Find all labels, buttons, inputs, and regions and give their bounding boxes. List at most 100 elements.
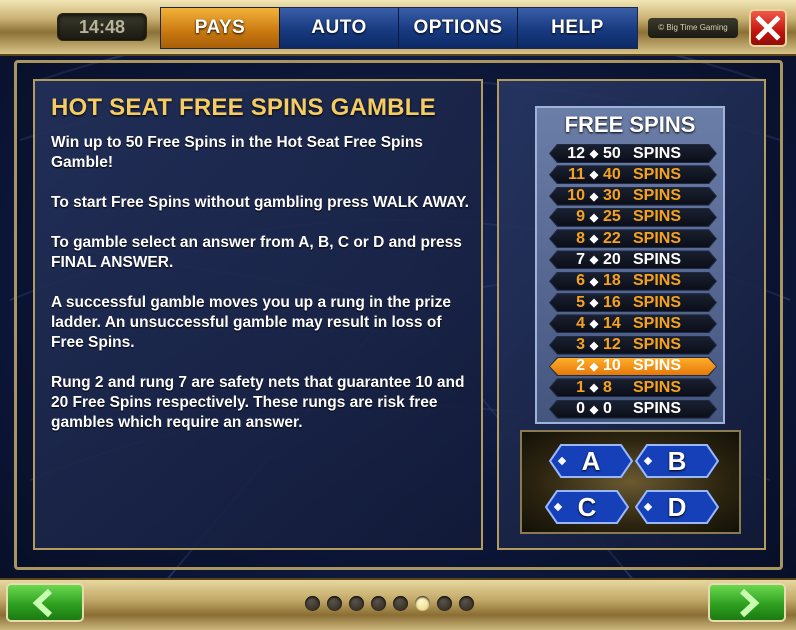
diamond-icon: ◆ [589,339,599,352]
diamond-icon: ◆ [589,233,599,246]
close-button[interactable] [749,9,787,47]
rung-unit: SPINS [633,336,682,354]
diamond-icon: ◆ [589,297,599,310]
diamond-icon: ◆ [589,169,599,182]
arrow-left-icon [32,588,53,617]
rung-spins: 8 [603,378,612,396]
diamond-icon: ◆ [589,360,599,373]
diamond-icon: ◆ [589,318,599,331]
ladder-rung: 10 ◆ 30 SPINS [549,187,717,206]
ladder-rung: 9 ◆ 25 SPINS [549,208,717,227]
rung-spins: 40 [603,165,621,183]
ladder-rung: 11 ◆ 40 SPINS [549,165,717,184]
answer-b: B [635,444,719,478]
rung-spins: 30 [603,187,621,205]
diamond-icon: ◆ [589,190,599,203]
rung-level: 5 [576,293,585,311]
diamond-icon: ◆ [589,275,599,288]
page-title: HOT SEAT FREE SPINS GAMBLE [51,94,436,121]
paragraph-4: A successful gamble moves you up a rung … [51,294,451,351]
rung-level: 7 [576,250,585,268]
rung-level: 12 [567,144,585,162]
answer-panel: A B C D [520,430,741,534]
rung-unit: SPINS [633,144,682,162]
rung-level: 10 [567,187,585,205]
prev-page-button[interactable] [6,583,84,622]
tab-auto[interactable]: AUTO [280,8,399,48]
rung-unit: SPINS [633,272,682,290]
diamond-icon: ◆ [589,382,599,395]
page-dot[interactable] [393,596,408,611]
rung-spins: 50 [603,144,621,162]
page-dot[interactable] [459,596,474,611]
answer-d-label: D [667,491,687,522]
menu-tabs: PAYS AUTO OPTIONS HELP [160,7,638,49]
paragraph-5: Rung 2 and rung 7 are safety nets that g… [51,374,465,431]
tab-pays[interactable]: PAYS [161,8,280,48]
rung-spins: 18 [603,272,621,290]
rung-unit: SPINS [633,250,682,268]
rung-unit: SPINS [633,165,682,183]
rung-spins: 20 [603,250,621,268]
tab-options[interactable]: OPTIONS [399,8,518,48]
rung-unit: SPINS [633,208,682,226]
brand-label: © Big Time Gaming [648,18,738,38]
rung-unit: SPINS [633,357,682,375]
page-dot[interactable] [371,596,386,611]
rung-spins: 16 [603,293,621,311]
free-spins-ladder: FREE SPINS 12 ◆ 50 SPINS 11 ◆ 40 SPINS 10 ◆ 30 SPIN… [535,106,725,424]
answer-a: A [549,444,633,478]
ladder-rung: 0 ◆ 0 SPINS [549,400,717,419]
next-page-button[interactable] [708,583,786,622]
rung-unit: SPINS [633,229,682,247]
rung-spins: 22 [603,229,621,247]
tab-help[interactable]: HELP [518,8,637,48]
ladder-rung: 8 ◆ 22 SPINS [549,229,717,248]
rung-level: 3 [576,336,585,354]
page-dot[interactable] [437,596,452,611]
ladder-rung: 6 ◆ 18 SPINS [549,272,717,291]
rung-level: 8 [576,229,585,247]
diamond-icon: ◆ [589,254,599,267]
diamond-icon: ◆ [589,403,599,416]
paragraph-3: To gamble select an answer from A, B, C … [51,234,462,271]
rung-unit: SPINS [633,314,682,332]
page-indicator [305,596,474,611]
ladder-rung: 2 ◆ 10 SPINS [549,357,717,376]
answer-c: C [545,490,629,524]
rung-unit: SPINS [633,400,682,418]
rung-unit: SPINS [633,187,682,205]
rung-spins: 0 [603,400,612,418]
answer-a-label: A [581,445,601,476]
ladder-rung: 3 ◆ 12 SPINS [549,336,717,355]
clock-display: 14:48 [57,13,147,41]
diamond-icon: ◆ [589,148,599,160]
ladder-rung: 5 ◆ 16 SPINS [549,293,717,312]
page-dot[interactable] [305,596,320,611]
ladder-rung: 4 ◆ 14 SPINS [549,314,717,333]
diamond-icon: ◆ [589,211,599,224]
page-dot[interactable] [415,596,430,611]
ladder-rung: 1 ◆ 8 SPINS [549,378,717,397]
page-dot[interactable] [349,596,364,611]
answer-b-label: B [667,445,687,476]
ladder-rung: 7 ◆ 20 SPINS [549,250,717,269]
paragraph-1: Win up to 50 Free Spins in the Hot Seat … [51,134,423,171]
rung-level: 4 [576,314,585,332]
rung-level: 11 [568,165,585,183]
ladder-rung: 12 ◆ 50 SPINS [549,144,717,163]
arrow-right-icon [739,588,760,617]
rung-spins: 10 [603,357,621,375]
rung-level: 0 [576,400,585,418]
rung-unit: SPINS [633,378,682,396]
answer-c-label: C [577,491,597,522]
rung-level: 2 [576,357,585,375]
close-icon [755,15,781,41]
rung-level: 9 [576,208,585,226]
rung-spins: 12 [603,336,621,354]
rung-spins: 25 [603,208,621,226]
info-text: Win up to 50 Free Spins in the Hot Seat … [51,133,471,453]
page-dot[interactable] [327,596,342,611]
rung-unit: SPINS [633,293,682,311]
answer-d: D [635,490,719,524]
